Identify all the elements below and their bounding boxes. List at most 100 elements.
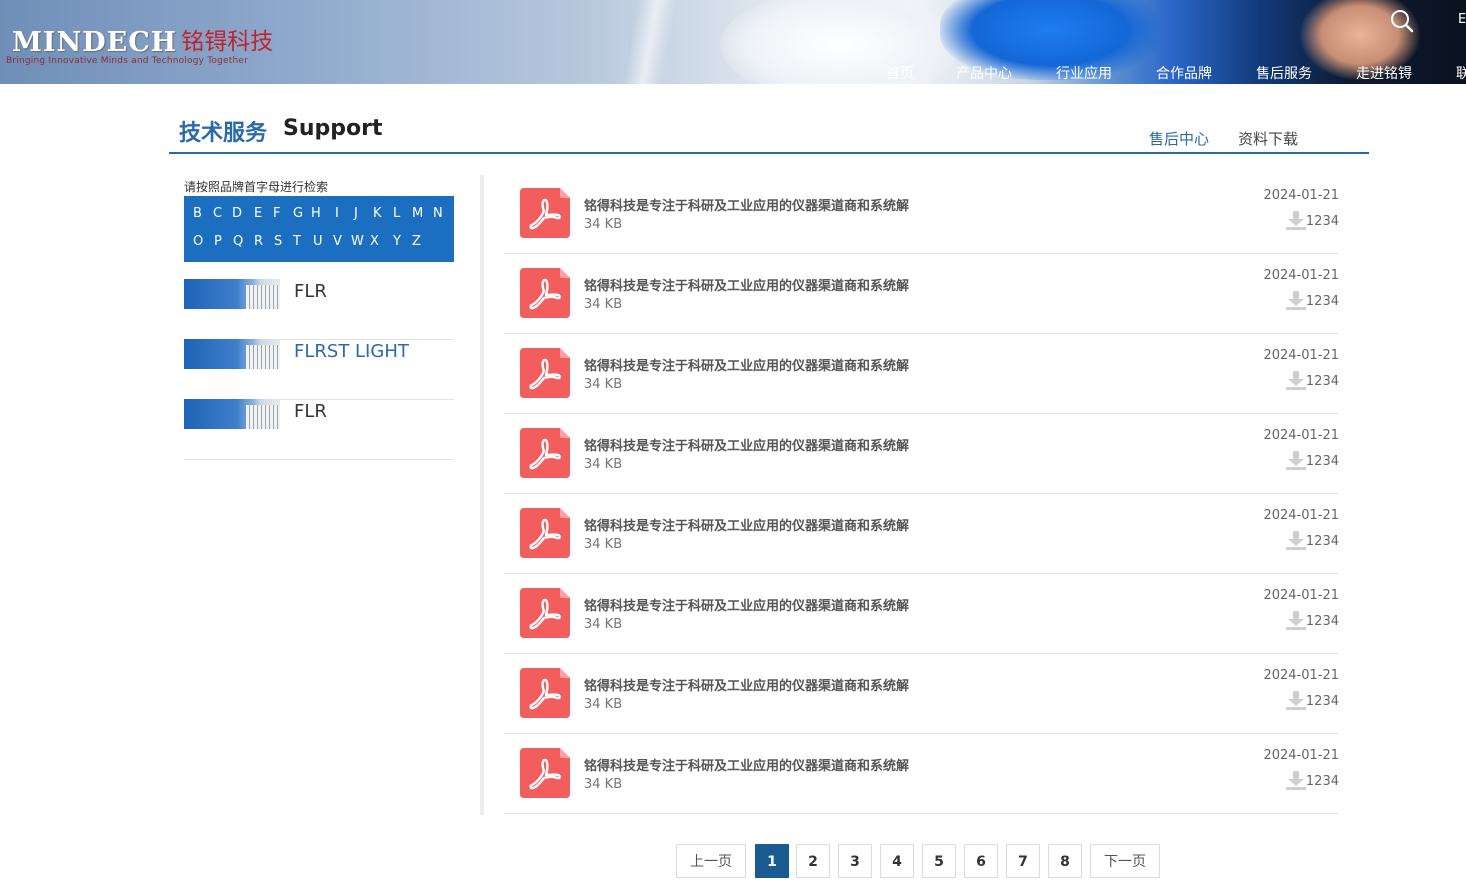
download-icon[interactable] [1285,211,1307,231]
page-button-8[interactable]: 8 [1048,844,1082,878]
tab-downloads[interactable]: 资料下载 [1238,128,1298,149]
document-size: 34 KB [584,297,623,312]
nav-item-service[interactable]: 售后服务 [1256,63,1312,83]
download-icon[interactable] [1285,611,1307,631]
document-title[interactable]: 铭得科技是专注于科研及工业应用的仪器渠道商和系统解 [584,435,909,454]
document-row[interactable]: 铭得科技是专注于科研及工业应用的仪器渠道商和系统解 34 KB 2024-01-21… [504,654,1339,734]
logo-english: MINDECH [12,27,178,58]
page-button-2[interactable]: 2 [796,844,830,878]
document-title[interactable]: 铭得科技是专注于科研及工业应用的仪器渠道商和系统解 [584,755,909,774]
pdf-icon [520,428,570,478]
letter-r[interactable]: R [254,234,263,249]
nav-item-applications[interactable]: 行业应用 [1056,63,1112,83]
document-date: 2024-01-21 [1263,428,1339,443]
letter-b[interactable]: B [193,206,202,221]
letter-g[interactable]: G [293,206,303,221]
brand-item[interactable]: FLRST LIGHT [184,339,454,400]
page-button-6[interactable]: 6 [964,844,998,878]
document-date: 2024-01-21 [1263,348,1339,363]
letter-y[interactable]: Y [393,234,401,249]
pdf-icon [520,188,570,238]
download-icon[interactable] [1285,371,1307,391]
letter-q[interactable]: Q [233,234,243,249]
site-header: MINDECH 铭锝科技 Bringing Innovative Minds a… [0,0,1466,84]
next-page-button[interactable]: 下一页 [1090,844,1160,878]
language-switch[interactable]: E [1458,12,1466,27]
page-button-3[interactable]: 3 [838,844,872,878]
letter-n[interactable]: N [433,206,443,221]
document-date: 2024-01-21 [1263,268,1339,283]
logo-chinese: 铭锝科技 [181,29,274,55]
page-button-7[interactable]: 7 [1006,844,1040,878]
letter-i[interactable]: I [335,206,339,221]
brand-thumbnail [184,399,280,429]
document-title[interactable]: 铭得科技是专注于科研及工业应用的仪器渠道商和系统解 [584,595,909,614]
brand-item[interactable]: FLR [184,399,454,460]
letter-z[interactable]: Z [412,234,421,249]
document-date: 2024-01-21 [1263,508,1339,523]
brand-filter-hint: 请按照品牌首字母进行检索 [184,180,329,194]
document-size: 34 KB [584,697,623,712]
download-count: 1234 [1305,694,1339,709]
document-row[interactable]: 铭得科技是专注于科研及工业应用的仪器渠道商和系统解 34 KB 2024-01-21… [504,734,1339,814]
letter-p[interactable]: P [214,234,222,249]
document-row[interactable]: 铭得科技是专注于科研及工业应用的仪器渠道商和系统解 34 KB 2024-01-21… [504,254,1339,334]
letter-l[interactable]: L [393,206,400,221]
document-title[interactable]: 铭得科技是专注于科研及工业应用的仪器渠道商和系统解 [584,275,909,294]
letter-e[interactable]: E [254,206,262,221]
document-row[interactable]: 铭得科技是专注于科研及工业应用的仪器渠道商和系统解 34 KB 2024-01-21… [504,174,1339,254]
nav-item-contact[interactable]: 联 [1456,63,1466,83]
download-count: 1234 [1305,294,1339,309]
document-title[interactable]: 铭得科技是专注于科研及工业应用的仪器渠道商和系统解 [584,355,909,374]
letter-d[interactable]: D [232,206,242,221]
letter-c[interactable]: C [213,206,222,221]
letter-k[interactable]: K [373,206,382,221]
download-icon[interactable] [1285,691,1307,711]
document-title[interactable]: 铭得科技是专注于科研及工业应用的仪器渠道商和系统解 [584,675,909,694]
prev-page-button[interactable]: 上一页 [676,844,746,878]
document-size: 34 KB [584,777,623,792]
nav-item-home[interactable]: 首页 [886,63,914,83]
sidebar-divider [480,175,484,815]
tab-after-sales-center[interactable]: 售后中心 [1149,128,1209,149]
document-row[interactable]: 铭得科技是专注于科研及工业应用的仪器渠道商和系统解 34 KB 2024-01-21… [504,574,1339,654]
download-icon[interactable] [1285,291,1307,311]
document-date: 2024-01-21 [1263,188,1339,203]
page-title: 技术服务 [179,121,268,146]
document-row[interactable]: 铭得科技是专注于科研及工业应用的仪器渠道商和系统解 34 KB 2024-01-21… [504,334,1339,414]
brand-name: FLRST LIGHT [294,341,409,362]
letter-o[interactable]: O [193,234,203,249]
pdf-icon [520,508,570,558]
nav-item-brands[interactable]: 合作品牌 [1156,63,1212,83]
site-logo[interactable]: MINDECH 铭锝科技 [12,22,273,58]
download-count: 1234 [1305,214,1339,229]
letter-s[interactable]: S [274,234,282,249]
page-button-1[interactable]: 1 [755,844,789,878]
document-size: 34 KB [584,377,623,392]
document-row[interactable]: 铭得科技是专注于科研及工业应用的仪器渠道商和系统解 34 KB 2024-01-21… [504,494,1339,574]
letter-u[interactable]: U [313,234,323,249]
download-count: 1234 [1305,374,1339,389]
brand-item[interactable]: FLR [184,279,454,340]
letter-f[interactable]: F [273,206,280,221]
letter-x[interactable]: X [370,234,379,249]
letter-t[interactable]: T [293,234,301,249]
nav-item-about[interactable]: 走进铭锝 [1356,63,1412,83]
page-button-5[interactable]: 5 [922,844,956,878]
letter-h[interactable]: H [311,206,321,221]
brand-name: FLR [294,281,327,302]
download-icon[interactable] [1285,531,1307,551]
letter-j[interactable]: J [354,206,358,221]
page-button-4[interactable]: 4 [880,844,914,878]
download-icon[interactable] [1285,771,1307,791]
pdf-icon [520,348,570,398]
nav-item-products[interactable]: 产品中心 [956,63,1012,83]
letter-m[interactable]: M [412,206,423,221]
search-icon[interactable] [1390,9,1414,33]
letter-v[interactable]: V [333,234,342,249]
document-title[interactable]: 铭得科技是专注于科研及工业应用的仪器渠道商和系统解 [584,195,909,214]
letter-w[interactable]: W [351,234,364,249]
document-title[interactable]: 铭得科技是专注于科研及工业应用的仪器渠道商和系统解 [584,515,909,534]
document-row[interactable]: 铭得科技是专注于科研及工业应用的仪器渠道商和系统解 34 KB 2024-01-21… [504,414,1339,494]
download-icon[interactable] [1285,451,1307,471]
